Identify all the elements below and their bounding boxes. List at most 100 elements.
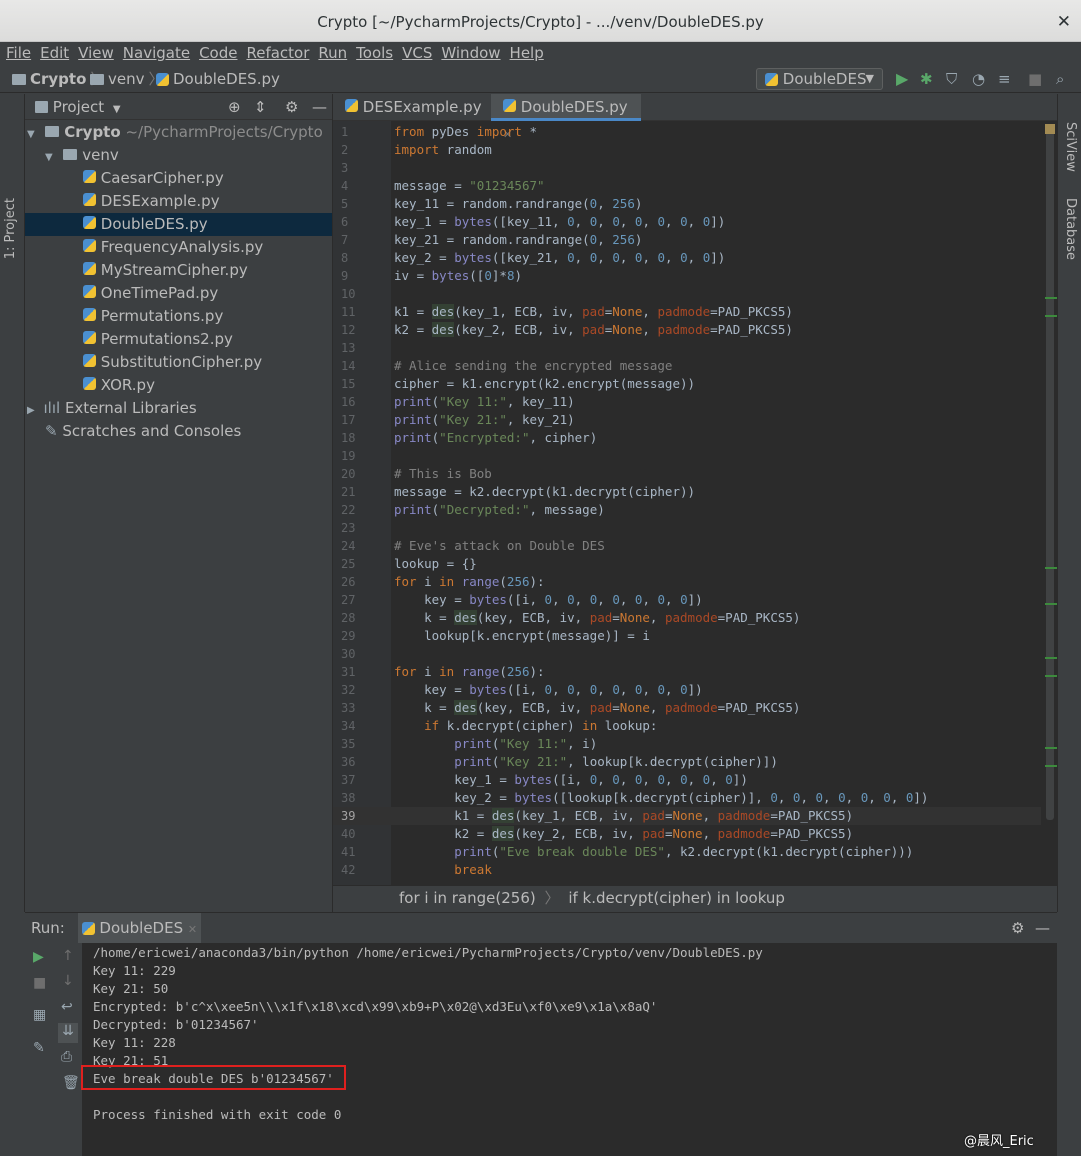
change-marker bbox=[1045, 603, 1057, 605]
tree-file[interactable]: CaesarCipher.py bbox=[25, 167, 332, 190]
code-line: print("Decrypted:", message) bbox=[394, 502, 605, 517]
breadcrumb-file[interactable]: DoubleDES.py bbox=[156, 66, 280, 92]
python-file-icon bbox=[83, 377, 96, 390]
console-output[interactable]: /home/ericwei/anaconda3/bin/python /home… bbox=[82, 943, 1057, 1156]
run-configuration-select[interactable]: DoubleDES ▼ bbox=[756, 68, 883, 90]
minimize-icon[interactable]: — bbox=[1035, 913, 1050, 943]
tree-file[interactable]: SubstitutionCipher.py bbox=[25, 351, 332, 374]
gear-icon[interactable]: ⚙ bbox=[1011, 913, 1024, 943]
menu-vcs[interactable]: VCS bbox=[399, 42, 435, 64]
menu-window[interactable]: Window bbox=[438, 42, 503, 64]
code-line: cipher = k1.encrypt(k2.encrypt(message)) bbox=[394, 376, 696, 391]
breadcrumb-folder[interactable]: venv 〉 bbox=[90, 66, 164, 92]
scratches-icon: ✎ bbox=[45, 422, 58, 440]
search-icon[interactable]: ⌕ bbox=[1056, 66, 1064, 92]
tab-desexample[interactable]: DESExample.py ✕ bbox=[333, 94, 488, 141]
line-number: 28 bbox=[341, 611, 356, 625]
breadcrumb-folder-label: venv bbox=[108, 70, 145, 88]
tree-file[interactable]: Permutations.py bbox=[25, 305, 332, 328]
menu-view[interactable]: View bbox=[75, 42, 117, 64]
code-line: k2 = des(key_2, ECB, iv, pad=None, padmo… bbox=[394, 826, 854, 841]
menu-code[interactable]: Code bbox=[196, 42, 240, 64]
line-number: 26 bbox=[341, 575, 356, 589]
code-line: break bbox=[454, 862, 492, 877]
tree-file-label: OneTimePad.py bbox=[100, 284, 219, 302]
tree-file-selected[interactable]: DoubleDES.py bbox=[25, 213, 332, 236]
database-tool-tab[interactable]: Database bbox=[1063, 198, 1078, 260]
line-number: 7 bbox=[341, 233, 349, 247]
tree-file[interactable]: DESExample.py bbox=[25, 190, 332, 213]
menu-file[interactable]: File bbox=[3, 42, 34, 64]
sciview-tool-tab[interactable]: SciView bbox=[1063, 122, 1078, 172]
gear-icon[interactable]: ⚙ bbox=[285, 94, 298, 120]
line-number: 35 bbox=[341, 737, 356, 751]
stop-icon[interactable]: ■ bbox=[33, 975, 46, 991]
python-file-icon bbox=[83, 170, 96, 183]
menu-navigate[interactable]: Navigate bbox=[120, 42, 193, 64]
debug-icon[interactable]: ✱ bbox=[920, 66, 933, 92]
code-line: iv = bytes([0]*8) bbox=[394, 268, 522, 283]
tab-doubledes[interactable]: DoubleDES.py ✕ bbox=[491, 94, 641, 141]
up-arrow-icon[interactable]: ↑ bbox=[62, 948, 74, 964]
menu-refactor[interactable]: Refactor bbox=[243, 42, 312, 64]
code-breadcrumb-for[interactable]: for i in range(256) bbox=[399, 889, 536, 907]
inspection-status-icon[interactable] bbox=[1045, 124, 1055, 134]
tree-file-label: Permutations.py bbox=[100, 307, 224, 325]
chevron-down-icon[interactable]: ▼ bbox=[113, 104, 121, 115]
menu-edit[interactable]: Edit bbox=[37, 42, 72, 64]
tree-scratches[interactable]: ✎ Scratches and Consoles bbox=[25, 420, 332, 443]
close-icon[interactable]: ✕ bbox=[1057, 0, 1071, 44]
change-marker bbox=[1045, 747, 1057, 749]
code-breadcrumb-if[interactable]: if k.decrypt(cipher) in lookup bbox=[568, 889, 785, 907]
run-with-coverage-icon[interactable]: ⛉ bbox=[946, 66, 957, 92]
menu-tools[interactable]: Tools bbox=[353, 42, 396, 64]
tree-file-label: MyStreamCipher.py bbox=[100, 261, 248, 279]
down-arrow-icon[interactable]: ↓ bbox=[62, 973, 74, 989]
tree-file[interactable]: XOR.py bbox=[25, 374, 332, 397]
code-area[interactable]: from pyDes import * import random message … bbox=[391, 121, 1041, 885]
concurrency-icon[interactable]: ≡ bbox=[998, 66, 1011, 92]
scroll-to-end-icon[interactable]: ⇊ bbox=[58, 1023, 78, 1043]
menu-run[interactable]: Run bbox=[315, 42, 350, 64]
change-marker bbox=[1045, 567, 1057, 569]
tree-folder-venv[interactable]: ▼ venv bbox=[25, 144, 332, 167]
collapse-all-icon[interactable]: ⇕ bbox=[254, 94, 267, 120]
tree-file-label: SubstitutionCipher.py bbox=[100, 353, 263, 371]
profile-icon[interactable]: ◔ bbox=[972, 66, 985, 92]
minimize-icon[interactable]: — bbox=[312, 94, 327, 120]
code-line: # Alice sending the encrypted message bbox=[394, 358, 673, 373]
locate-icon[interactable]: ⊕ bbox=[228, 94, 241, 120]
code-line: message = k2.decrypt(k1.decrypt(cipher)) bbox=[394, 484, 696, 499]
editor-scrollbar[interactable] bbox=[1046, 130, 1054, 820]
run-tab[interactable]: DoubleDES ✕ bbox=[77, 913, 202, 943]
run-icon[interactable]: ▶ bbox=[896, 66, 908, 92]
code-line: key_1 = bytes([key_11, 0, 0, 0, 0, 0, 0,… bbox=[394, 214, 726, 229]
line-number: 9 bbox=[341, 269, 349, 283]
line-number: 15 bbox=[341, 377, 356, 391]
project-tool-tab[interactable]: 1: Project bbox=[3, 198, 18, 259]
line-number: 32 bbox=[341, 683, 356, 697]
stop-icon[interactable]: ■ bbox=[1028, 66, 1042, 92]
library-icon: ılıl bbox=[43, 399, 61, 417]
code-line: for i in range(256): bbox=[394, 574, 545, 589]
print-icon[interactable]: ⎙ bbox=[61, 1049, 72, 1065]
menu-help[interactable]: Help bbox=[507, 42, 547, 64]
project-panel-title[interactable]: Project bbox=[53, 98, 104, 116]
rerun-icon[interactable]: ▶ bbox=[33, 949, 44, 965]
tree-file[interactable]: Permutations2.py bbox=[25, 328, 332, 351]
tree-file[interactable]: FrequencyAnalysis.py bbox=[25, 236, 332, 259]
tree-file[interactable]: MyStreamCipher.py bbox=[25, 259, 332, 282]
tree-external-libraries[interactable]: ▶ ılıl External Libraries bbox=[25, 397, 332, 420]
code-line: print("Key 21:", key_21) bbox=[394, 412, 575, 427]
line-number: 27 bbox=[341, 593, 356, 607]
layout-icon[interactable]: ▦ bbox=[33, 1007, 46, 1023]
close-icon[interactable]: ✕ bbox=[188, 923, 197, 936]
pin-icon[interactable]: ✎ bbox=[33, 1040, 45, 1056]
tree-root[interactable]: ▼ Crypto ~/PycharmProjects/Crypto bbox=[25, 121, 332, 144]
line-number: 40 bbox=[341, 827, 356, 841]
trash-icon[interactable]: 🗑 bbox=[62, 1075, 80, 1091]
tree-file[interactable]: OneTimePad.py bbox=[25, 282, 332, 305]
soft-wrap-icon[interactable]: ↩ bbox=[61, 999, 73, 1015]
code-line: print("Key 11:", key_11) bbox=[394, 394, 575, 409]
